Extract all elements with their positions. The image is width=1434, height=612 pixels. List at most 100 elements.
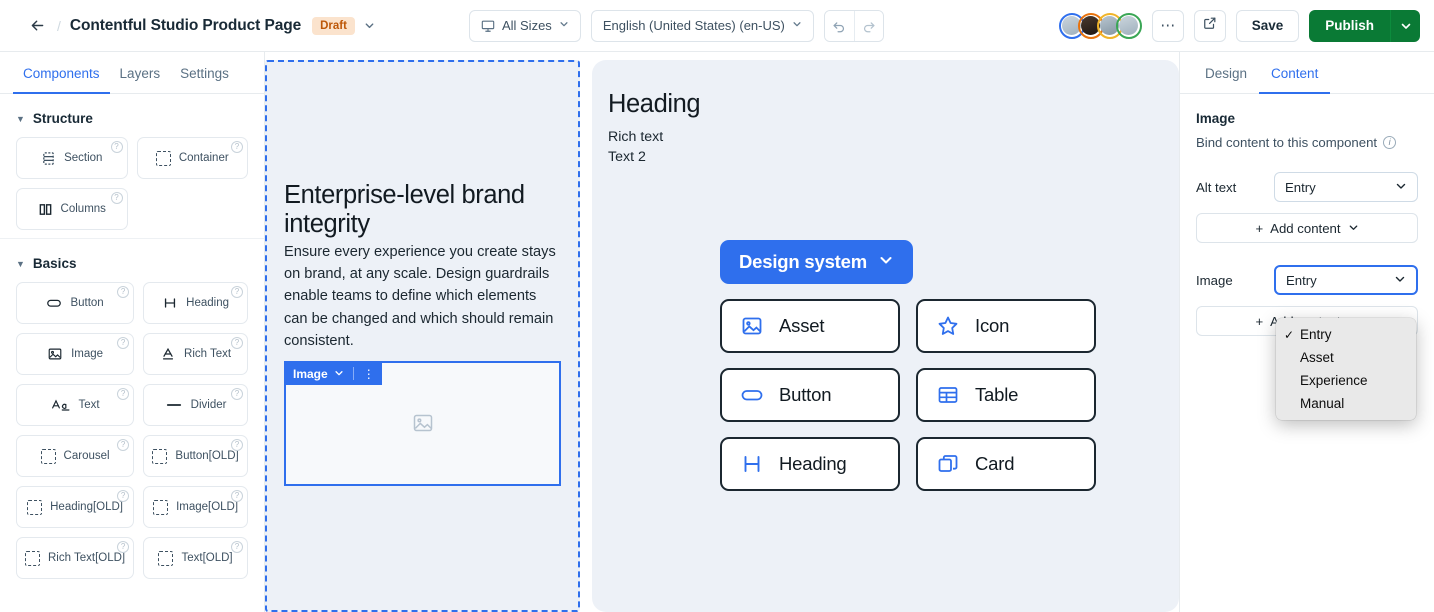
ds-card-button[interactable]: Button — [720, 368, 900, 422]
alt-text-select[interactable]: Entry — [1274, 172, 1418, 202]
design-system-pill[interactable]: Design system — [720, 240, 913, 284]
app-root: / Contentful Studio Product Page Draft A… — [0, 0, 1434, 612]
publish-chevron-down-icon[interactable] — [1390, 9, 1420, 42]
component-card-rich-text-old[interactable]: Rich Text[OLD] ? — [16, 537, 135, 579]
section-header-structure[interactable]: ▼ Structure — [0, 94, 264, 137]
ds-card-table[interactable]: Table — [916, 368, 1096, 422]
component-label: Text — [78, 399, 100, 411]
component-card-columns[interactable]: Columns ? — [16, 188, 128, 230]
component-card-button-old[interactable]: Button[OLD] ? — [143, 435, 248, 477]
help-icon[interactable]: ? — [117, 439, 130, 451]
component-card-divider[interactable]: Divider ? — [143, 384, 248, 426]
component-card-image-old[interactable]: Image[OLD] ? — [143, 486, 248, 528]
help-icon[interactable]: ? — [117, 388, 130, 400]
help-icon[interactable]: ? — [231, 337, 243, 349]
design-system-diagram: Design system Asset Icon Button Table He… — [720, 240, 1096, 491]
ds-card-asset[interactable]: Asset — [720, 299, 900, 353]
redo-icon[interactable] — [853, 10, 883, 41]
tab-layers[interactable]: Layers — [110, 52, 171, 94]
app-header: / Contentful Studio Product Page Draft A… — [0, 0, 1434, 52]
publish-button-group: Publish — [1309, 9, 1420, 42]
help-icon[interactable]: ? — [110, 141, 123, 153]
component-card-heading-old[interactable]: Heading[OLD] ? — [16, 486, 135, 528]
ds-card-icon[interactable]: Icon — [916, 299, 1096, 353]
design-system-label: Design system — [739, 251, 867, 272]
hero-body-text[interactable]: Ensure every experience you create stays… — [284, 241, 561, 352]
canvas-right-section[interactable]: Heading Rich text Text 2 Design system A… — [592, 60, 1179, 612]
tab-content[interactable]: Content — [1259, 52, 1331, 94]
component-card-heading[interactable]: Heading ? — [143, 282, 248, 324]
text-icon — [51, 397, 71, 413]
hero-title[interactable]: Enterprise-level brand integrity — [284, 181, 561, 238]
columns-icon — [38, 202, 53, 217]
component-label: Heading — [186, 297, 229, 309]
component-card-text-old[interactable]: Text[OLD] ? — [143, 537, 248, 579]
component-card-container[interactable]: Container ? — [136, 137, 248, 179]
size-selector-label: All Sizes — [501, 18, 552, 33]
tab-components[interactable]: Components — [13, 52, 110, 94]
ds-card-heading[interactable]: Heading — [720, 437, 900, 491]
image-field-value: Entry — [1286, 272, 1317, 288]
image-field-select[interactable]: Entry — [1274, 265, 1418, 295]
help-icon[interactable]: ? — [110, 192, 123, 204]
help-icon[interactable]: ? — [231, 388, 243, 400]
component-card-section[interactable]: Section ? — [16, 137, 128, 179]
monitor-icon — [481, 19, 495, 33]
selected-image-component[interactable]: Image ⋮ — [284, 360, 561, 486]
section-header-basics[interactable]: ▼ Basics — [0, 239, 264, 282]
help-icon[interactable]: ? — [231, 141, 243, 153]
menu-item-asset[interactable]: Asset — [1276, 346, 1416, 369]
component-card-rich-text[interactable]: Rich Text ? — [143, 333, 248, 375]
canvas-left-section[interactable]: Enterprise-level brand integrity Ensure … — [265, 60, 580, 612]
structure-component-grid: Section ? Container ? Columns ? — [0, 137, 264, 230]
publish-button[interactable]: Publish — [1309, 9, 1390, 42]
locale-selector[interactable]: English (United States) (en-US) — [590, 9, 814, 42]
triangle-down-icon: ▼ — [16, 113, 25, 124]
ds-card-card[interactable]: Card — [916, 437, 1096, 491]
component-card-button[interactable]: Button ? — [16, 282, 135, 324]
component-card-text[interactable]: Text ? — [16, 384, 135, 426]
component-card-carousel[interactable]: Carousel ? — [16, 435, 135, 477]
canvas-heading[interactable]: Heading — [608, 90, 1179, 119]
help-icon[interactable]: ? — [117, 337, 130, 349]
menu-item-manual[interactable]: Manual — [1276, 392, 1416, 415]
info-icon[interactable]: i — [1383, 136, 1397, 149]
canvas-rich-text[interactable]: Rich text Text 2 — [608, 127, 1179, 168]
help-icon[interactable]: ? — [117, 490, 130, 502]
help-icon[interactable]: ? — [231, 286, 243, 298]
undo-redo-group — [823, 9, 884, 42]
component-label: Text[OLD] — [181, 552, 233, 564]
header-center-controls: All Sizes English (United States) (en-US… — [468, 9, 884, 42]
save-button[interactable]: Save — [1235, 9, 1300, 42]
image-icon — [47, 346, 63, 362]
section-title: Basics — [32, 256, 77, 271]
size-selector[interactable]: All Sizes — [468, 9, 581, 42]
help-icon[interactable]: ? — [231, 439, 243, 451]
ds-card-label: Button — [779, 384, 832, 405]
component-label: Carousel — [63, 450, 110, 462]
tab-settings[interactable]: Settings — [170, 52, 239, 94]
menu-item-entry[interactable]: ✓ Entry — [1276, 323, 1416, 346]
add-content-label: Add content — [1270, 220, 1341, 236]
ds-card-label: Heading — [779, 453, 847, 474]
component-card-image[interactable]: Image ? — [16, 333, 135, 375]
avatar[interactable] — [1115, 12, 1142, 39]
header-right-controls: ⋯ Save Publish — [1058, 9, 1420, 42]
back-arrow-icon[interactable] — [26, 15, 48, 37]
help-icon[interactable]: ? — [117, 286, 130, 298]
help-icon[interactable]: ? — [231, 541, 243, 553]
help-icon[interactable]: ? — [231, 490, 243, 502]
open-external-button[interactable] — [1193, 9, 1226, 42]
title-chevron-down-icon[interactable] — [364, 20, 375, 31]
undo-icon[interactable] — [824, 10, 854, 41]
menu-item-experience[interactable]: Experience — [1276, 369, 1416, 392]
tab-design[interactable]: Design — [1193, 52, 1259, 94]
help-icon[interactable]: ? — [117, 541, 130, 553]
component-label: Rich Text — [184, 348, 232, 360]
plus-icon: + — [1255, 313, 1264, 329]
more-options-button[interactable]: ⋯ — [1151, 9, 1184, 42]
avatar-group — [1058, 12, 1142, 39]
panel-section-title: Image — [1196, 111, 1236, 126]
chevron-down-icon — [1394, 273, 1406, 288]
add-content-button-1[interactable]: + Add content — [1196, 213, 1418, 243]
